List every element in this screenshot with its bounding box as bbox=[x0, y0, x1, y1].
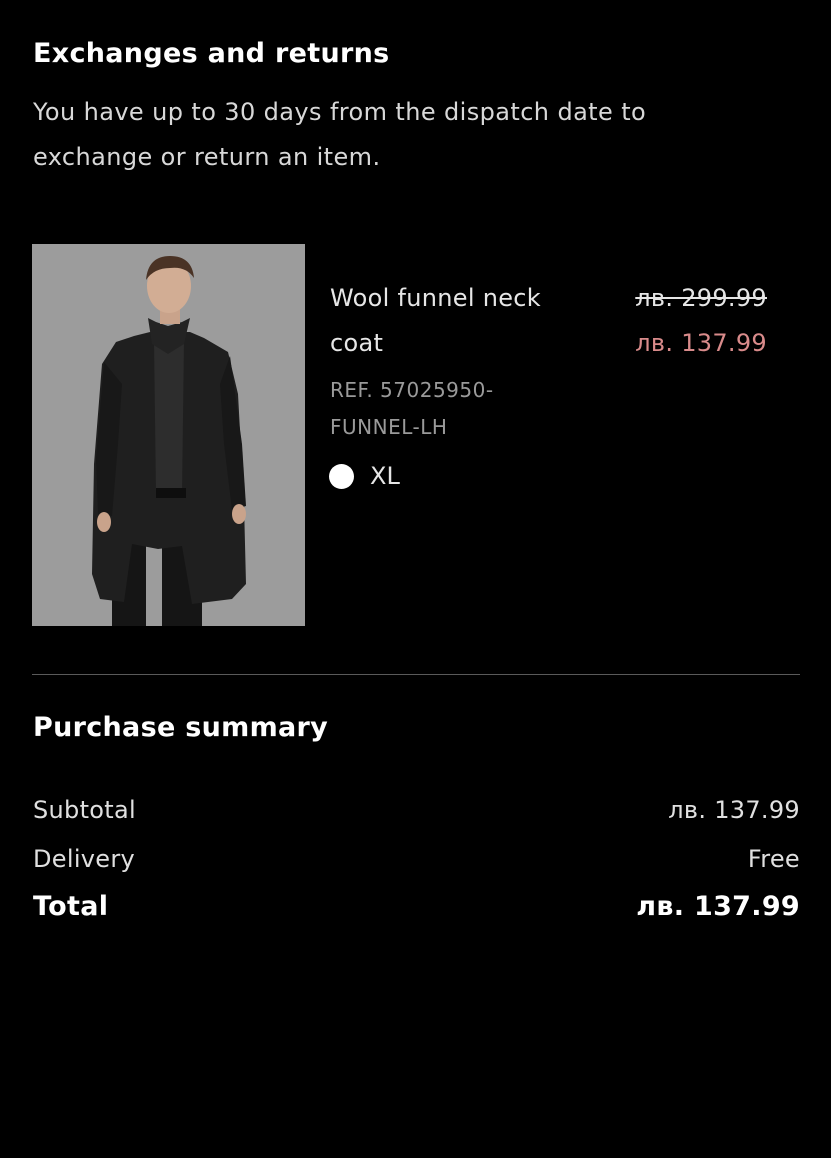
product-reference: REF. 57025950-FUNNEL-LH bbox=[330, 378, 494, 439]
product-image[interactable] bbox=[32, 244, 305, 626]
subtotal-value: лв. 137.99 bbox=[668, 796, 800, 824]
delivery-row: Delivery Free bbox=[33, 843, 800, 875]
exchanges-text: You have up to 30 days from the dispatch… bbox=[33, 98, 647, 171]
divider bbox=[32, 674, 800, 675]
purchase-summary-title: Purchase summary bbox=[33, 712, 329, 743]
delivery-value: Free bbox=[747, 845, 800, 873]
coat-photo bbox=[32, 244, 305, 626]
total-label: Total bbox=[33, 891, 109, 922]
subtotal-row: Subtotal лв. 137.99 bbox=[33, 794, 800, 826]
original-price: лв. 299.99 bbox=[635, 284, 767, 312]
sale-price: лв. 137.99 bbox=[635, 329, 767, 357]
size-label: XL bbox=[370, 462, 400, 490]
color-swatch bbox=[329, 464, 354, 489]
product-name[interactable]: Wool funnel neck coat bbox=[330, 276, 580, 366]
total-value: лв. 137.99 bbox=[636, 891, 800, 922]
exchanges-title: Exchanges and returns bbox=[33, 38, 390, 69]
delivery-label: Delivery bbox=[33, 845, 136, 873]
subtotal-label: Subtotal bbox=[33, 796, 136, 824]
total-row: Total лв. 137.99 bbox=[33, 891, 800, 923]
